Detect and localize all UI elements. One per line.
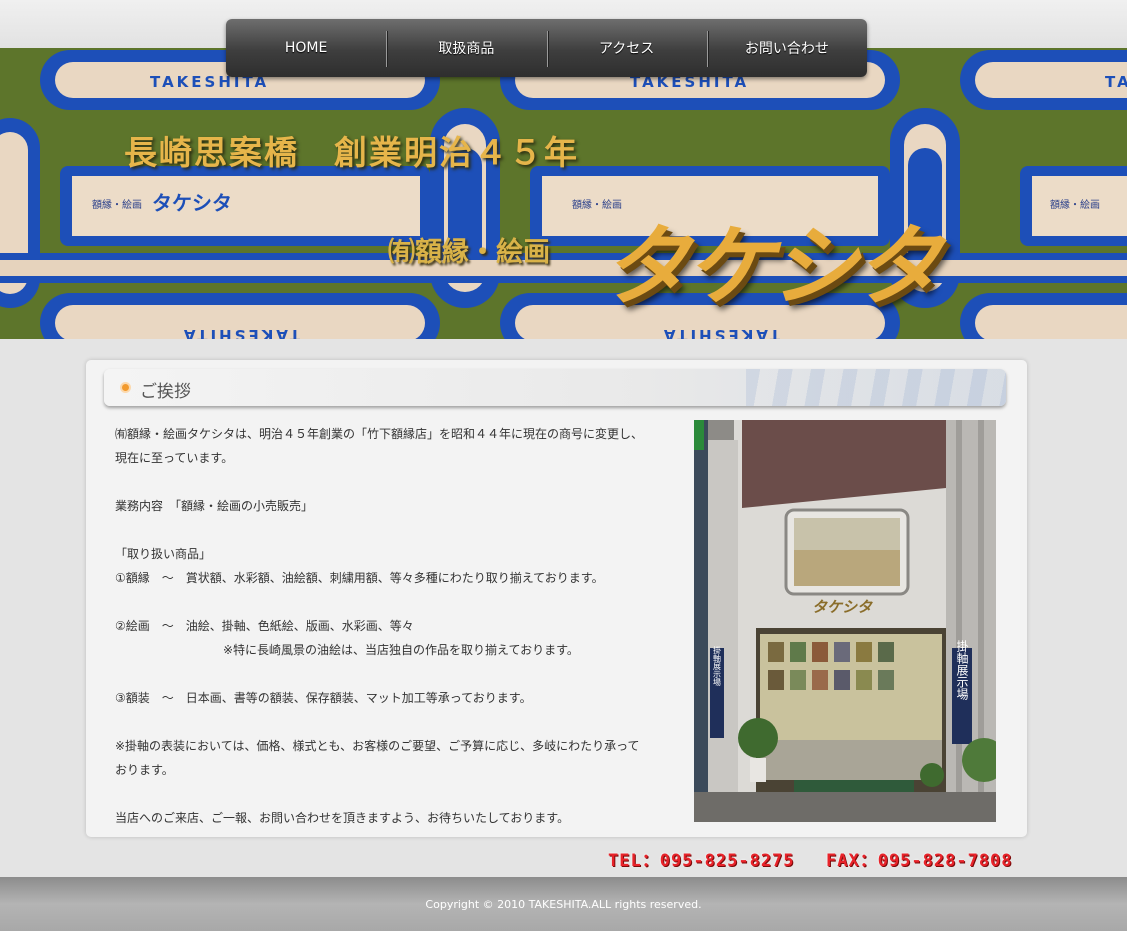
paragraph-line: ②絵画 〜 油絵、掛軸、色紙絵、版画、水彩画、等々: [115, 619, 414, 633]
nav-products[interactable]: 取扱商品: [386, 19, 546, 77]
storefront-photo: タケシタ 掛軸展示場 掛軸展示場: [694, 420, 996, 822]
section-header-decoration: [746, 369, 1006, 406]
storefront-illustration: タケシタ 掛軸展示場 掛軸展示場: [694, 420, 996, 822]
nav-home[interactable]: HOME: [226, 19, 386, 77]
banner-repeat-text-5: TAKESHITA: [661, 326, 780, 339]
paragraph-line: [115, 470, 675, 494]
banner-logo: タケシタ: [602, 215, 942, 318]
paragraph-line: 当店へのご来店、ご一報、お問い合わせを頂きますよう、お待ちいたしております。: [115, 811, 570, 825]
nav-access[interactable]: アクセス: [546, 19, 707, 77]
paragraph-line: [115, 518, 675, 542]
nav-contact[interactable]: お問い合わせ: [706, 19, 867, 77]
section-header: ご挨拶: [104, 369, 1006, 406]
contact-tel: TEL：095-825-8275: [608, 851, 795, 871]
paragraph-line: [115, 710, 675, 734]
banner-company-name: ㈲額縁・絵画: [388, 237, 550, 268]
shop-sign: タケシタ: [812, 598, 873, 616]
hanging-banner-left: 掛軸展示場: [713, 645, 722, 687]
banner-sign-label-1: 額縁・絵画: [92, 198, 142, 211]
paragraph-line: 業務内容 「額縁・絵画の小売販売」: [115, 499, 314, 513]
paragraph-line: ※特に長崎風景の油絵は、当店独自の作品を取り揃えております。: [115, 643, 579, 657]
footer: Copyright © 2010 TAKESHITA.ALL rights re…: [0, 877, 1127, 931]
paragraph-line: 「取り扱い商品」: [115, 547, 212, 561]
paragraph-line: [115, 782, 675, 806]
paragraph-line: 現在に至っています。: [115, 451, 234, 465]
paragraph-line: おります。: [115, 763, 174, 777]
bullet-icon: [120, 382, 131, 393]
banner-tagline: 長崎思案橋 創業明治４５年: [124, 133, 579, 172]
paragraph-line: ㈲額縁・絵画タケシタは、明治４５年創業の「竹下額縁店」を昭和４４年に現在の商号に…: [115, 427, 644, 441]
banner-pattern: TAKESHITA TAKESHITA TAKESHITA TAKESHITA …: [0, 48, 1127, 339]
paragraph-line: [115, 590, 675, 614]
section-title: ご挨拶: [140, 382, 191, 402]
banner-repeat-text-4: TAKESHITA: [181, 326, 300, 339]
paragraph-line: ①額縁 〜 賞状額、水彩額、油絵額、刺繍用額、等々多種にわたり取り揃えております…: [115, 571, 604, 585]
main-nav: HOME 取扱商品 アクセス お問い合わせ: [226, 19, 867, 77]
paragraph-line: ※掛軸の表装においては、価格、様式とも、お客様のご要望、ご予算に応じ、多岐にわた…: [115, 739, 640, 753]
greeting-card: ご挨拶 ㈲額縁・絵画タケシタは、明治４５年創業の「竹下額縁店」を昭和４４年に現在…: [86, 360, 1027, 837]
hanging-banner-right: 掛軸展示場: [955, 639, 969, 701]
copyright-text: Copyright © 2010 TAKESHITA.ALL rights re…: [425, 897, 702, 911]
paragraph-line: [115, 662, 675, 686]
header-banner: TAKESHITA TAKESHITA TAKESHITA TAKESHITA …: [0, 48, 1127, 339]
paragraph-line: ③額装 〜 日本画、書等の額装、保存額装、マット加工等承っております。: [115, 691, 532, 705]
banner-repeat-text-3: TAKESHITA: [1105, 73, 1127, 91]
contact-fax: FAX：095-828-7808: [826, 851, 1013, 871]
banner-sign-logo-1: タケシタ: [152, 191, 232, 215]
banner-sign-label-3: 額縁・絵画: [1050, 198, 1100, 211]
greeting-text: ㈲額縁・絵画タケシタは、明治４５年創業の「竹下額縁店」を昭和４４年に現在の商号に…: [115, 422, 675, 830]
